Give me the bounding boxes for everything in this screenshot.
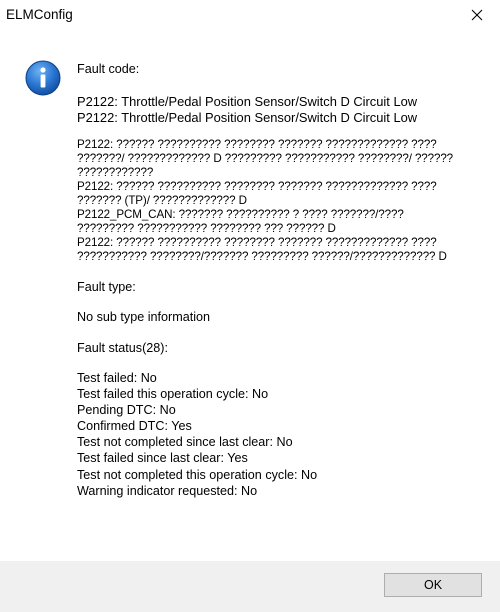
- ok-button[interactable]: OK: [384, 573, 482, 597]
- close-button[interactable]: [454, 0, 500, 30]
- status-line: Test not completed this operation cycle:…: [77, 467, 318, 482]
- description-line: P2122: ?????? ?????????? ???????? ??????…: [77, 179, 437, 193]
- status-line: Test failed this operation cycle: No: [77, 387, 269, 402]
- dialog-footer: OK: [0, 561, 500, 612]
- status-line: Test not completed since last clear: No: [77, 435, 293, 450]
- status-line: Warning indicator requested: No: [77, 483, 258, 498]
- message-dialog: ELMConfig Fault code: P2122: Throttle/Pe…: [0, 0, 500, 612]
- fault-code-list: P2122: Throttle/Pedal Position Sensor/Sw…: [77, 94, 477, 126]
- description-line: ??????? (TP)/ ????????????? D: [77, 193, 247, 207]
- description-line: P2122: ?????? ?????????? ???????? ??????…: [77, 137, 437, 151]
- fault-type-label: Fault type:: [77, 279, 136, 294]
- sub-type-text: No sub type information: [77, 310, 211, 324]
- close-icon: [471, 9, 483, 21]
- status-line: Confirmed DTC: Yes: [77, 419, 192, 434]
- status-list: Test failed: No Test failed this operati…: [77, 370, 477, 499]
- description-line: ????????? ??????????? ???????? ??? ?????…: [77, 221, 336, 235]
- title-bar: ELMConfig: [0, 0, 500, 30]
- fault-code-line: P2122: Throttle/Pedal Position Sensor/Sw…: [77, 93, 418, 109]
- description-line: ??????????? ????????/??????? ????????? ?…: [77, 249, 447, 263]
- description-line: P2122_PCM_CAN: ??????? ?????????? ? ????…: [77, 207, 404, 221]
- fault-status-label: Fault status(28):: [77, 340, 168, 355]
- status-line: Test failed: No: [77, 371, 157, 385]
- status-line: Pending DTC: No: [77, 403, 176, 418]
- fault-code-label: Fault code:: [77, 62, 140, 76]
- window-title: ELMConfig: [6, 7, 73, 22]
- description-line: ???????/ ????????????? D ????????? ?????…: [77, 151, 454, 165]
- message-content: Fault code: P2122: Throttle/Pedal Positi…: [77, 62, 477, 499]
- description-line: ????????????: [77, 165, 154, 179]
- status-line: Test failed since last clear: Yes: [77, 451, 248, 466]
- fault-description-block: P2122: ?????? ?????????? ???????? ??????…: [77, 138, 477, 264]
- description-line: P2122: ?????? ?????????? ???????? ??????…: [77, 235, 437, 249]
- info-icon: [25, 60, 61, 96]
- fault-code-line: P2122: Throttle/Pedal Position Sensor/Sw…: [77, 109, 418, 125]
